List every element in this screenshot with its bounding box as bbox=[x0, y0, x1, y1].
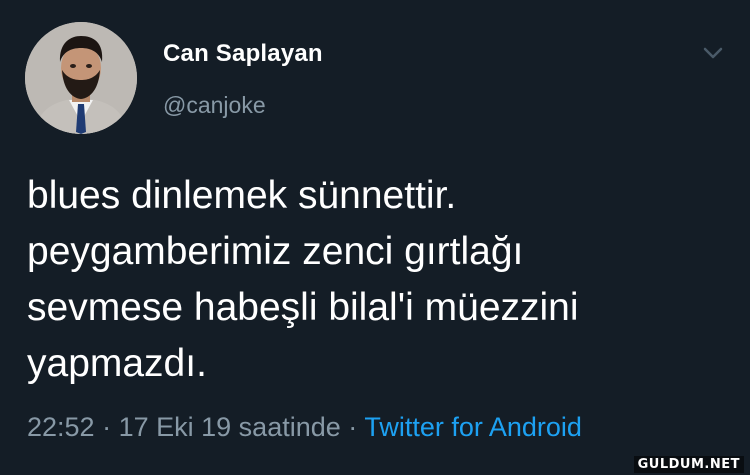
tweet-text-line: blues dinlemek sünnettir. bbox=[27, 174, 457, 217]
meta-separator: · bbox=[348, 412, 358, 442]
tweet-time[interactable]: 22:52 bbox=[27, 412, 95, 442]
user-handle[interactable]: @canjoke bbox=[163, 92, 266, 119]
avatar[interactable] bbox=[25, 22, 137, 134]
meta-separator: · bbox=[102, 412, 112, 442]
avatar-photo bbox=[25, 22, 137, 134]
tweet-text: blues dinlemek sünnettir. peygamberimiz … bbox=[27, 168, 727, 392]
tweet-date[interactable]: 17 Eki 19 saatinde bbox=[119, 412, 341, 442]
display-name[interactable]: Can Saplayan bbox=[163, 40, 323, 68]
tweet-meta: 22:52 · 17 Eki 19 saatinde · Twitter for… bbox=[27, 412, 582, 443]
tweet-text-line: peygamberimiz zenci gırtlağı bbox=[27, 230, 524, 273]
tweet-card: Can Saplayan @canjoke blues dinlemek sün… bbox=[0, 0, 750, 475]
chevron-down-icon[interactable] bbox=[700, 40, 726, 66]
site-watermark: GULDUM.NET bbox=[633, 456, 744, 473]
tweet-source-link[interactable]: Twitter for Android bbox=[364, 412, 582, 442]
tweet-text-line: sevmese habeşli bilal'i müezzini bbox=[27, 286, 579, 329]
tweet-text-line: yapmazdı. bbox=[27, 342, 207, 385]
